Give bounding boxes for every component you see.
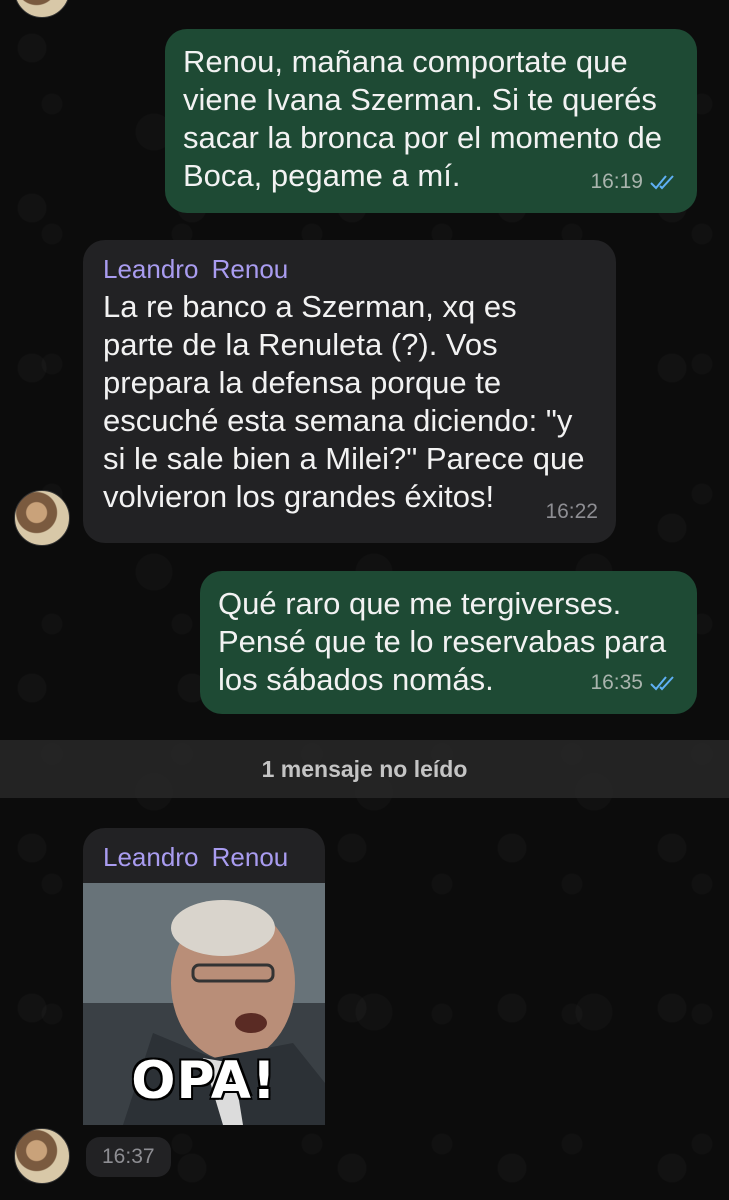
unread-divider: 1 mensaje no leído <box>0 740 729 798</box>
message-meta: 16:35 <box>590 664 679 702</box>
unread-divider-label: 1 mensaje no leído <box>261 755 468 782</box>
message-time: 16:22 <box>545 500 598 523</box>
gif-caption: OPA! <box>131 1051 277 1111</box>
outgoing-message[interactable]: Qué raro que me tergiverses. Pensé que t… <box>200 571 697 714</box>
incoming-message[interactable]: Leandro Renou La re banco a Szerman, xq … <box>83 240 616 543</box>
chat-screen: Renou, mañana comportate que viene Ivana… <box>0 0 729 1200</box>
message-meta: 16:19 <box>590 163 679 201</box>
sender-avatar[interactable] <box>14 0 70 18</box>
sender-avatar[interactable] <box>14 1128 70 1184</box>
sender-avatar[interactable] <box>14 490 70 546</box>
gif-image[interactable]: OPA! <box>83 883 325 1125</box>
sender-name[interactable]: Leandro Renou <box>103 252 598 286</box>
message-text: La re banco a Szerman, xq es parte de la… <box>103 289 585 514</box>
message-time: 16:35 <box>590 671 643 694</box>
double-check-read-icon <box>649 674 679 692</box>
message-time: 16:37 <box>86 1137 171 1177</box>
message-meta: 16:22 <box>545 493 598 531</box>
incoming-gif-message-header[interactable]: Leandro Renou <box>83 828 325 888</box>
double-check-read-icon <box>649 173 679 191</box>
outgoing-message[interactable]: Renou, mañana comportate que viene Ivana… <box>165 29 697 213</box>
sender-name[interactable]: Leandro Renou <box>103 840 307 874</box>
message-time: 16:19 <box>590 170 643 193</box>
